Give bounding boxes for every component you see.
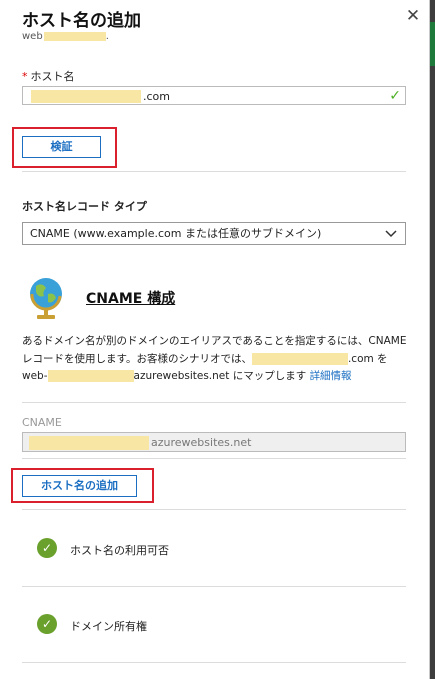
globe-icon bbox=[22, 274, 70, 322]
required-mark: * bbox=[22, 70, 28, 83]
record-type-selected: CNAME (www.example.com または任意のサブドメイン) bbox=[30, 227, 322, 240]
cname-field-label: CNAME bbox=[22, 416, 62, 429]
background-highlight bbox=[430, 22, 435, 66]
redacted-text bbox=[29, 436, 149, 450]
divider bbox=[22, 662, 406, 663]
panel-subtitle: web. bbox=[22, 31, 109, 42]
background-window-edge bbox=[430, 0, 435, 679]
description-part-3: azurewebsites.net にマップします bbox=[133, 370, 307, 382]
record-type-dropdown[interactable]: CNAME (www.example.com または任意のサブドメイン) bbox=[22, 222, 406, 245]
cname-field: azurewebsites.net bbox=[22, 432, 406, 452]
hostname-input[interactable]: .com ✓ bbox=[22, 86, 406, 105]
divider bbox=[22, 458, 406, 459]
add-hostname-panel: ホスト名の追加 web. ✕ * ホスト名 .com ✓ 検証 ホスト名レコード … bbox=[0, 0, 430, 679]
subtitle-suffix: . bbox=[105, 31, 109, 42]
hostname-label: * ホスト名 bbox=[22, 68, 75, 84]
chevron-down-icon bbox=[385, 223, 397, 251]
redacted-text bbox=[47, 370, 134, 382]
subtitle-prefix: web bbox=[22, 31, 43, 42]
verify-button[interactable]: 検証 bbox=[22, 136, 101, 158]
checkmark-circle-icon: ✓ bbox=[37, 538, 57, 558]
panel-title: ホスト名の追加 bbox=[22, 11, 141, 31]
close-icon[interactable]: ✕ bbox=[403, 6, 423, 26]
cname-field-value-suffix: azurewebsites.net bbox=[151, 436, 252, 449]
check-label: ホスト名の利用可否 bbox=[70, 544, 169, 557]
hostname-label-text: ホスト名 bbox=[30, 70, 75, 83]
record-type-label: ホスト名レコード タイプ bbox=[22, 200, 147, 213]
cname-description: あるドメイン名が別のドメインのエイリアスであることを指定するには、CNAME レ… bbox=[22, 333, 414, 386]
add-hostname-button[interactable]: ホスト名の追加 bbox=[22, 475, 137, 497]
redacted-text bbox=[31, 90, 141, 103]
redacted-text bbox=[43, 31, 106, 41]
divider bbox=[22, 171, 406, 172]
divider bbox=[22, 509, 406, 510]
check-label: ドメイン所有権 bbox=[70, 620, 147, 633]
divider bbox=[22, 402, 406, 403]
checkmark-circle-icon: ✓ bbox=[37, 614, 57, 634]
more-info-link[interactable]: 詳細情報 bbox=[310, 370, 352, 382]
checkmark-icon: ✓ bbox=[389, 88, 401, 104]
cname-title: CNAME 構成 bbox=[86, 291, 176, 307]
divider bbox=[22, 586, 406, 587]
hostname-value-suffix: .com bbox=[143, 90, 170, 103]
redacted-text bbox=[251, 352, 348, 365]
